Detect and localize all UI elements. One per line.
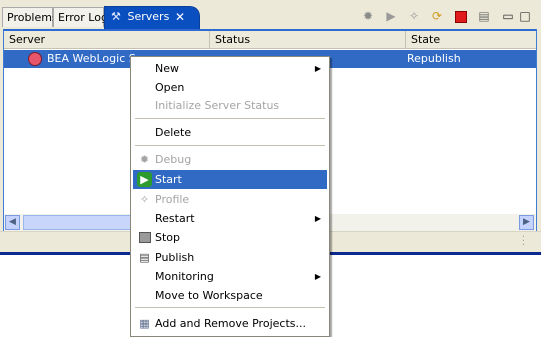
menu-item-debug: ✹ Debug — [133, 150, 327, 169]
maximize-icon[interactable]: □ — [517, 8, 533, 24]
restart-icon[interactable]: ⟳ — [429, 8, 445, 24]
menu-item-move-to-workspace[interactable]: Move to Workspace — [133, 286, 327, 305]
menu-label: Debug — [155, 153, 192, 166]
menu-item-profile: ✧ Profile — [133, 190, 327, 209]
debug-icon[interactable]: ✹ — [360, 8, 376, 24]
menu-item-monitoring[interactable]: Monitoring ▶ — [133, 267, 327, 286]
server-name: BEA WebLogic Se — [47, 52, 143, 65]
submenu-arrow-icon: ▶ — [314, 214, 321, 223]
menu-item-publish[interactable]: ▤ Publish — [133, 248, 327, 267]
menu-item-start[interactable]: ▶ Start — [133, 170, 327, 189]
server-state: Republish — [407, 52, 461, 65]
view-tab-bar: Problems Error Log ⚒ Servers ✕ ✹ ▶ ✧ ⟳ ▤… — [0, 0, 541, 29]
menu-label: Publish — [155, 251, 195, 264]
add-remove-projects-icon: ▦ — [139, 317, 150, 330]
publish-icon: ▤ — [139, 251, 150, 264]
menu-separator — [135, 118, 325, 119]
menu-item-stop[interactable]: Stop — [133, 228, 327, 247]
menu-label: Start — [155, 173, 182, 186]
scroll-right-button[interactable]: ▶ — [519, 215, 534, 230]
menu-label: Move to Workspace — [155, 289, 263, 302]
menu-label: Add and Remove Projects... — [155, 317, 306, 330]
minimize-icon[interactable]: ▭ — [500, 8, 516, 24]
stop-icon[interactable] — [453, 8, 469, 24]
scrollbar-thumb[interactable] — [23, 215, 143, 230]
column-header-state[interactable]: State — [406, 31, 536, 48]
menu-separator — [135, 307, 325, 308]
start-icon[interactable]: ▶ — [383, 8, 399, 24]
menu-label: Open — [155, 81, 185, 94]
column-header-server[interactable]: Server — [4, 31, 210, 48]
tab-error-log[interactable]: Error Log — [53, 7, 108, 27]
menu-label: Delete — [155, 126, 192, 139]
status-grip: · · · — [521, 232, 525, 251]
menu-item-delete[interactable]: Delete — [133, 123, 327, 142]
tab-problems[interactable]: Problems — [2, 7, 58, 27]
profile-icon[interactable]: ✧ — [406, 8, 422, 24]
menu-label: Stop — [155, 231, 181, 244]
publish-icon[interactable]: ▤ — [476, 8, 492, 24]
menu-label: Restart — [155, 212, 195, 225]
menu-item-add-remove-projects[interactable]: ▦ Add and Remove Projects... — [133, 314, 327, 333]
menu-item-new[interactable]: New ▶ — [133, 59, 327, 78]
menu-item-open[interactable]: Open — [133, 78, 327, 97]
tab-servers-label: Servers — [127, 10, 170, 23]
menu-label: Initialize Server Status — [155, 99, 280, 112]
profile-icon: ✧ — [139, 193, 150, 206]
submenu-arrow-icon: ▶ — [314, 64, 321, 73]
column-header-status[interactable]: Status — [210, 31, 406, 48]
menu-item-restart[interactable]: Restart ▶ — [133, 209, 327, 228]
context-menu: New ▶ Open Initialize Server Status Dele… — [130, 56, 330, 337]
menu-separator — [135, 145, 325, 146]
menu-label: Monitoring — [155, 270, 214, 283]
table-header: Server Status State — [4, 31, 536, 49]
servers-icon: ⚒ — [111, 10, 121, 23]
menu-label: Profile — [155, 193, 190, 206]
menu-item-initialize-server-status: Initialize Server Status — [133, 96, 327, 115]
tab-servers[interactable]: ⚒ Servers ✕ — [104, 6, 200, 29]
scroll-left-button[interactable]: ◀ — [5, 215, 20, 230]
submenu-arrow-icon: ▶ — [314, 272, 321, 281]
start-icon: ▶ — [137, 172, 152, 187]
debug-icon: ✹ — [139, 153, 150, 166]
menu-label: New — [155, 62, 179, 75]
stop-icon — [137, 230, 152, 245]
close-icon[interactable]: ✕ — [175, 7, 185, 27]
weblogic-server-icon — [28, 52, 42, 66]
